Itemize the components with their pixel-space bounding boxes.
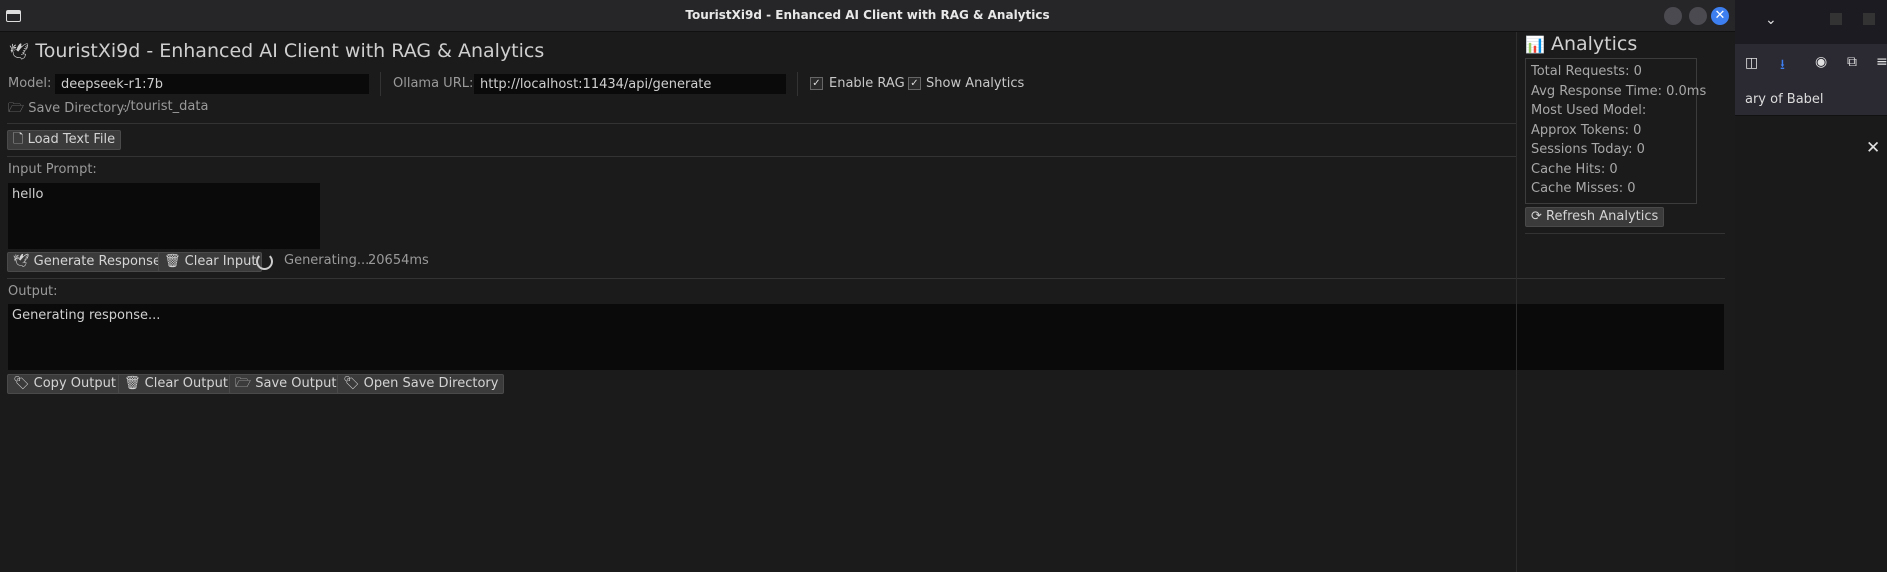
browser-tab-strip: ⌄ (1735, 0, 1887, 44)
app-window: 🕊 TouristXi9d - Enhanced AI Client with … (0, 32, 1735, 572)
bookmarks-bar: ary of Babel (1735, 86, 1887, 116)
output-label: Output: (8, 284, 58, 299)
model-label: Model: (8, 76, 52, 91)
bar-chart-icon: 📊 (1525, 35, 1545, 54)
stat-sessions-today: Sessions Today: 0 (1531, 142, 1645, 157)
copy-icon: 🏷 (13, 376, 30, 391)
divider (380, 72, 381, 96)
tab-placeholder (1863, 13, 1875, 25)
window-title: TouristXi9d - Enhanced AI Client with RA… (685, 8, 1050, 22)
trash-icon: 🗑 (164, 254, 181, 269)
load-text-file-button[interactable]: 🗋 Load Text File (7, 130, 122, 150)
clear-output-button[interactable]: 🗑 Clear Output (118, 374, 234, 394)
save-directory-label: Save Directory: (28, 101, 128, 116)
close-window-button[interactable]: ✕ (1711, 7, 1729, 25)
open-save-directory-button[interactable]: 🏷 Open Save Directory (337, 374, 505, 394)
minimize-button[interactable] (1664, 7, 1682, 25)
show-analytics-checkbox[interactable]: ✓ (908, 77, 921, 90)
save-directory-value: ./tourist_data (122, 99, 209, 114)
divider (797, 72, 798, 96)
stat-cache-hits: Cache Hits: 0 (1531, 162, 1618, 177)
enable-rag-label: Enable RAG (829, 76, 905, 91)
tab-placeholder (1830, 13, 1842, 25)
refresh-analytics-button[interactable]: ⟳ Refresh Analytics (1525, 207, 1665, 227)
background-browser-window: ⌄ ◫ ⭳ ◉ ⧉ ≡ ary of Babel ✕ (1735, 0, 1887, 572)
save-output-button[interactable]: 🗁 Save Output (229, 374, 343, 394)
generate-response-button[interactable]: 🕊 Generate Response (7, 252, 167, 272)
dove-icon: 🕊 (9, 42, 30, 61)
account-icon[interactable]: ◉ (1815, 54, 1827, 70)
refresh-icon: ⟳ (1531, 209, 1542, 224)
app-heading-text: TouristXi9d - Enhanced AI Client with RA… (35, 40, 545, 62)
load-text-file-label: Load Text File (27, 132, 116, 147)
pocket-icon[interactable]: ◫ (1745, 55, 1758, 71)
elapsed-time: 20654ms (368, 253, 429, 268)
spinner-icon (256, 253, 273, 270)
divider (7, 123, 1517, 124)
status-text: Generating... (284, 253, 370, 268)
chevron-down-icon[interactable]: ⌄ (1765, 12, 1777, 28)
refresh-analytics-label: Refresh Analytics (1546, 209, 1659, 224)
input-prompt-label: Input Prompt: (8, 162, 97, 177)
copy-output-label: Copy Output (33, 376, 116, 391)
save-directory-row: 🗁 Save Directory: (8, 99, 128, 121)
maximize-button[interactable] (1689, 7, 1707, 25)
folder-icon: 🗁 (8, 101, 25, 116)
output-textarea[interactable]: Generating response... (8, 304, 1724, 370)
extensions-icon[interactable]: ⧉ (1847, 54, 1857, 70)
file-icon: 🗋 (13, 132, 24, 147)
clear-input-button[interactable]: 🗑 Clear Input (158, 252, 263, 272)
menu-icon[interactable]: ≡ (1876, 54, 1887, 70)
analytics-heading: 📊 Analytics (1525, 33, 1637, 55)
stat-most-used-model: Most Used Model: (1531, 103, 1647, 118)
model-input[interactable]: deepseek-r1:7b (55, 74, 369, 94)
generate-response-label: Generate Response (33, 254, 161, 269)
title-bar: TouristXi9d - Enhanced AI Client with RA… (0, 0, 1735, 32)
save-icon: 🗁 (235, 376, 252, 391)
save-output-label: Save Output (255, 376, 337, 391)
divider (1525, 233, 1725, 234)
stat-cache-misses: Cache Misses: 0 (1531, 181, 1636, 196)
open-save-directory-label: Open Save Directory (363, 376, 499, 391)
stat-total-requests: Total Requests: 0 (1531, 64, 1642, 79)
divider (7, 156, 1517, 157)
copy-output-button[interactable]: 🏷 Copy Output (7, 374, 122, 394)
divider (7, 278, 1725, 279)
analytics-title: Analytics (1550, 33, 1638, 55)
panel-divider (1516, 32, 1517, 572)
folder-open-icon: 🏷 (343, 376, 360, 391)
dove-icon: 🕊 (13, 254, 30, 269)
show-analytics-label: Show Analytics (926, 76, 1025, 91)
bookmark-item[interactable]: ary of Babel (1745, 92, 1824, 107)
input-prompt-textarea[interactable]: hello (8, 183, 320, 249)
stat-approx-tokens: Approx Tokens: 0 (1531, 123, 1642, 138)
close-icon[interactable]: ✕ (1866, 138, 1880, 158)
browser-toolbar: ◫ ⭳ ◉ ⧉ ≡ (1735, 44, 1887, 86)
clear-input-label: Clear Input (184, 254, 257, 269)
app-heading: 🕊 TouristXi9d - Enhanced AI Client with … (9, 40, 544, 62)
clear-output-label: Clear Output (144, 376, 228, 391)
download-icon[interactable]: ⭳ (1780, 54, 1785, 78)
enable-rag-checkbox[interactable]: ✓ (810, 77, 823, 90)
stat-avg-response-time: Avg Response Time: 0.0ms (1531, 84, 1707, 99)
ollama-url-input[interactable]: http://localhost:11434/api/generate (474, 74, 786, 94)
ollama-url-label: Ollama URL: (393, 76, 474, 91)
trash-icon: 🗑 (124, 376, 141, 391)
